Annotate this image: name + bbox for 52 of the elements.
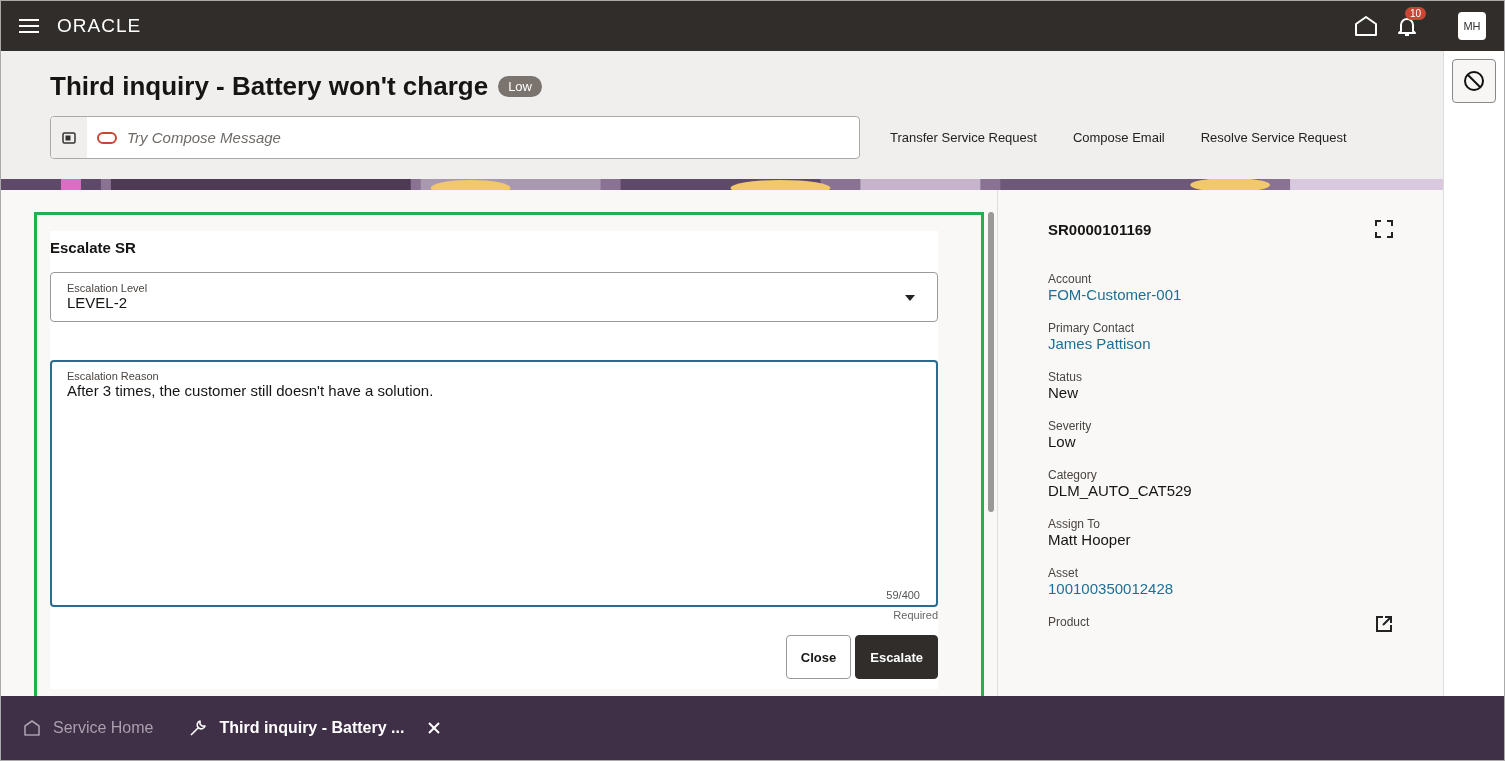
bottom-tab[interactable]: Service Home [23, 719, 154, 737]
field-value: LEVEL-2 [67, 294, 128, 311]
escalate-button[interactable]: Escalate [855, 635, 938, 679]
external-link-icon[interactable] [1375, 615, 1393, 633]
bell-icon[interactable] [1396, 15, 1418, 37]
block-icon [1463, 70, 1485, 92]
tab-label: Third inquiry - Battery ... [219, 719, 405, 737]
field-label: Escalation Reason [67, 370, 160, 382]
field-label: Escalation Level [67, 282, 149, 294]
form-title: Escalate SR [50, 239, 137, 256]
detail-label: Product [1048, 615, 1090, 629]
page-title: Third inquiry - Battery won't charge [50, 71, 489, 102]
home-icon [23, 719, 41, 737]
escalation-reason-field[interactable]: Escalation Reason After 3 times, the customer still doesn't have a solution. 59/400 [50, 360, 938, 607]
user-avatar[interactable]: MH [1458, 12, 1486, 40]
priority-badge: Low [498, 76, 542, 97]
detail-value: DLM_AUTO_CAT529 [1048, 482, 1192, 499]
panel-icon[interactable] [62, 131, 76, 144]
close-button[interactable]: Close [785, 635, 852, 679]
detail-value: New [1048, 384, 1079, 401]
detail-label: Severity [1048, 419, 1092, 433]
detail-link[interactable]: James Pattison [1048, 335, 1151, 352]
detail-label: Assign To [1048, 517, 1101, 531]
detail-label: Category [1048, 468, 1098, 482]
oracle-icon [97, 131, 117, 144]
close-icon[interactable] [428, 722, 441, 734]
detail-label: Asset [1048, 566, 1079, 580]
action-button[interactable]: Resolve Service Request [1200, 130, 1347, 145]
character-counter: 59/400 [886, 589, 920, 601]
detail-value: Low [1048, 433, 1077, 450]
request-id: SR0000101169 [1048, 220, 1152, 238]
action-button[interactable]: Transfer Service Request [890, 130, 1037, 145]
action-button[interactable]: Compose Email [1072, 130, 1165, 145]
expand-icon[interactable] [1375, 220, 1393, 238]
field-value: After 3 times, the customer still doesn't have a solution. [67, 382, 434, 399]
detail-label: Account [1048, 272, 1093, 286]
brand-logo: ORACLE [57, 15, 142, 37]
detail-value: Matt Hooper [1048, 531, 1131, 548]
detail-link[interactable]: FOM-Customer-001 [1048, 286, 1182, 303]
bottom-tab[interactable]: Third inquiry - Battery ... [189, 719, 441, 737]
required-hint: Required [893, 609, 938, 621]
escalation-level-select[interactable]: Escalation Level LEVEL-2 [50, 272, 938, 322]
menu-icon[interactable] [19, 18, 39, 34]
detail-label: Primary Contact [1048, 321, 1136, 335]
home-icon[interactable] [1354, 15, 1378, 37]
block-button[interactable] [1452, 59, 1496, 103]
wrench-icon [189, 719, 208, 737]
detail-link[interactable]: 100100350012428 [1048, 580, 1174, 597]
notification-count: 10 [1405, 7, 1427, 20]
tab-label: Service Home [53, 719, 154, 737]
detail-label: Status [1048, 370, 1083, 384]
caret-icon [905, 295, 915, 301]
